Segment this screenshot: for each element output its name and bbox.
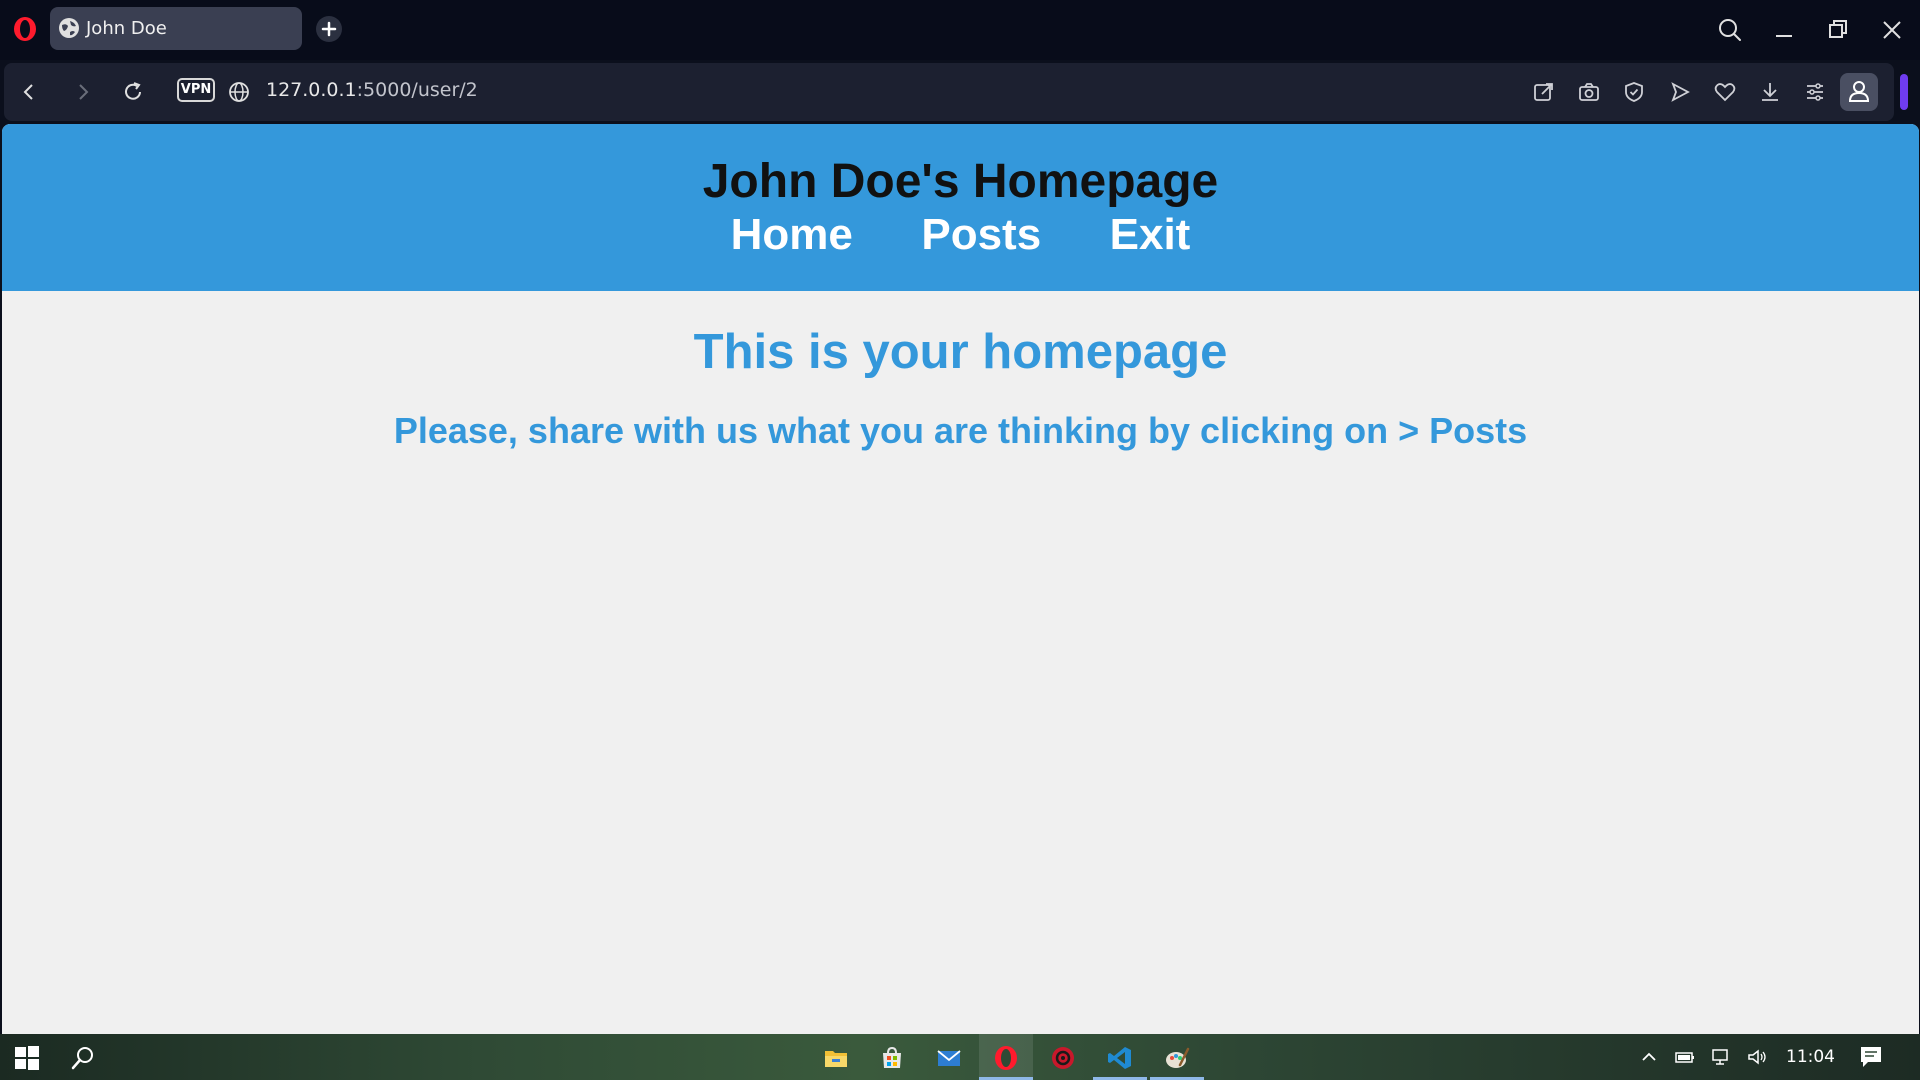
opera-logo-icon[interactable]: [12, 16, 38, 42]
show-hidden-icons-chevron-up-icon[interactable]: [1638, 1046, 1660, 1068]
notifications-icon[interactable]: [1858, 1044, 1884, 1070]
globe-favicon-icon: [59, 18, 79, 38]
browser-tab-active[interactable]: John Doe: [50, 7, 302, 50]
search-tabs-icon[interactable]: [1716, 16, 1744, 44]
taskbar-vscode[interactable]: [1093, 1034, 1147, 1080]
app-icon: [1052, 1047, 1074, 1069]
nav-home-link[interactable]: Home: [731, 210, 853, 260]
profile-button[interactable]: [1840, 73, 1878, 111]
shield-icon[interactable]: [1622, 80, 1646, 104]
site-nav: Home Posts Exit: [2, 210, 1919, 260]
download-icon[interactable]: [1758, 80, 1782, 104]
volume-icon[interactable]: [1746, 1046, 1768, 1068]
site-info-globe-icon[interactable]: [226, 79, 252, 105]
heart-icon[interactable]: [1713, 80, 1737, 104]
url-field[interactable]: 127.0.0.1:5000/user/2: [266, 79, 478, 101]
restore-icon[interactable]: [1824, 16, 1852, 44]
paint-icon: [1166, 1047, 1190, 1068]
nav-posts-link[interactable]: Posts: [921, 210, 1041, 260]
taskbar-store[interactable]: [865, 1034, 919, 1080]
network-icon[interactable]: [1710, 1046, 1732, 1068]
page-subheading: Please, share with us what you are think…: [393, 410, 1528, 451]
file-explorer-icon: [825, 1051, 847, 1067]
taskbar-paint[interactable]: [1150, 1034, 1204, 1080]
close-icon[interactable]: [1878, 16, 1906, 44]
taskbar-opera-browser[interactable]: [979, 1034, 1033, 1080]
forward-icon[interactable]: [70, 79, 96, 105]
back-icon[interactable]: [16, 79, 42, 105]
page-viewport: John Doe's Homepage Home Posts Exit This…: [2, 124, 1919, 1034]
windows-taskbar: 11:04: [0, 1034, 1920, 1080]
url-path: :5000/user/2: [356, 79, 478, 101]
vscode-icon: [1108, 1047, 1131, 1069]
taskbar-mail[interactable]: [922, 1034, 976, 1080]
tab-title: John Doe: [86, 18, 167, 39]
taskbar-clock[interactable]: 11:04: [1786, 1047, 1835, 1067]
battery-icon[interactable]: [1674, 1046, 1696, 1068]
sidebar-accent-bar[interactable]: [1900, 74, 1908, 110]
taskbar-search-button[interactable]: [56, 1034, 110, 1080]
share-icon[interactable]: [1532, 80, 1556, 104]
browser-titlebar: John Doe: [0, 0, 1920, 60]
store-icon: [883, 1046, 901, 1068]
reload-icon[interactable]: [120, 79, 146, 105]
vpn-badge[interactable]: VPN: [177, 78, 215, 102]
nav-exit-link[interactable]: Exit: [1110, 210, 1191, 260]
start-button[interactable]: [0, 1034, 54, 1080]
user-profile-icon: [1848, 81, 1870, 102]
taskbar-file-explorer[interactable]: [809, 1034, 863, 1080]
page-heading: This is your homepage: [693, 325, 1228, 379]
search-icon: [71, 1047, 93, 1070]
snapshot-camera-icon[interactable]: [1577, 80, 1601, 104]
plus-icon: [321, 21, 337, 37]
new-tab-button[interactable]: [316, 16, 342, 42]
site-title: John Doe's Homepage: [702, 155, 1219, 208]
opera-icon: [995, 1046, 1017, 1070]
url-host: 127.0.0.1: [266, 79, 357, 101]
easy-setup-menu-icon[interactable]: [1803, 80, 1827, 104]
send-icon[interactable]: [1668, 80, 1692, 104]
windows-start-icon: [15, 1046, 39, 1070]
taskbar-app[interactable]: [1036, 1034, 1090, 1080]
address-bar: VPN 127.0.0.1:5000/user/2: [4, 63, 1894, 121]
site-header: John Doe's Homepage Home Posts Exit: [2, 124, 1919, 291]
mail-icon: [937, 1050, 961, 1066]
minimize-icon[interactable]: [1770, 16, 1798, 44]
